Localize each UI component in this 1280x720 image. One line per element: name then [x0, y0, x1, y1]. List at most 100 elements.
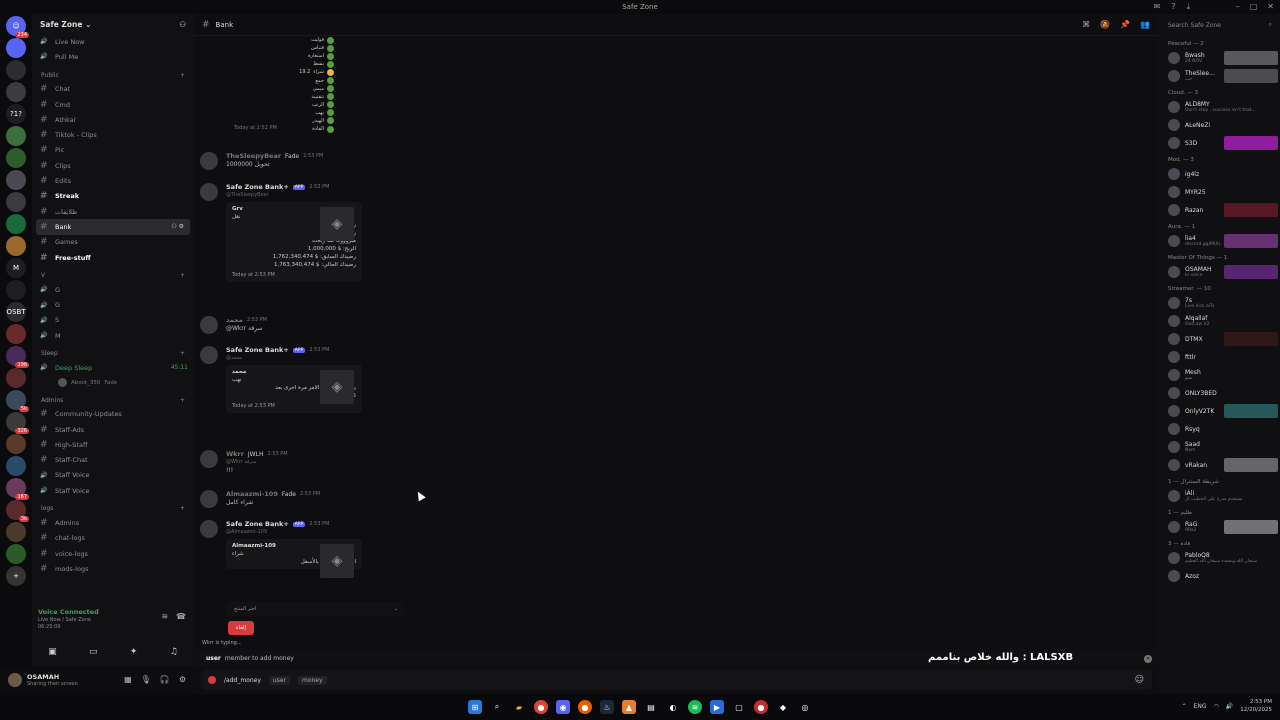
server-icon[interactable]	[6, 236, 26, 256]
soundboard-icon[interactable]: ♫	[170, 647, 178, 657]
channel-item[interactable]: 🔊 G	[32, 282, 194, 297]
app-icon[interactable]: ◎	[798, 700, 812, 714]
reply-reference[interactable]: @TheSleepyBear	[226, 192, 269, 198]
server-icon[interactable]	[6, 368, 26, 388]
download-icon[interactable]: ⤓	[1186, 2, 1190, 12]
channel-item[interactable]: # Admins	[32, 515, 194, 530]
cancel-button[interactable]: إلغاء	[228, 621, 254, 635]
avatar[interactable]	[200, 316, 218, 334]
member-item[interactable]: S3D	[1158, 134, 1280, 152]
add-friend-icon[interactable]: ⚇	[179, 20, 186, 29]
category-header[interactable]: Public +	[32, 69, 194, 82]
member-item[interactable]: iAli تستخدم مدرج على الخطيب ال	[1158, 487, 1280, 505]
author-name[interactable]: TheSleepyBear	[226, 152, 281, 160]
server-icon[interactable]	[6, 544, 26, 564]
server-icon[interactable]	[6, 38, 26, 58]
search-icon[interactable]: ⌕	[490, 700, 504, 714]
home-icon[interactable]: ☺ 234	[6, 16, 29, 38]
channel-item[interactable]: # Pic	[32, 143, 194, 158]
activities-icon[interactable]: ✦	[130, 647, 138, 657]
category-header[interactable]: logs +	[32, 502, 194, 515]
channel-item[interactable]: # Community-Updates	[32, 407, 194, 422]
app-icon[interactable]: ▲	[622, 700, 636, 714]
add-channel-icon[interactable]: +	[180, 72, 185, 79]
option-user[interactable]: user	[268, 675, 290, 685]
add-channel-icon[interactable]: +	[180, 505, 185, 512]
member-item[interactable]: PabloQ8 سبحان الله وبحمده سبحان الله العظ…	[1158, 549, 1280, 567]
inbox-icon[interactable]: ✉	[1154, 2, 1161, 12]
search-input[interactable]: Search Safe Zone ⌕	[1158, 14, 1280, 36]
member-item[interactable]: RaG 9Ra2	[1158, 518, 1280, 536]
chevron-up-icon[interactable]: ⌃	[1182, 703, 1187, 710]
avatar[interactable]	[200, 183, 218, 201]
member-item[interactable]: vRakan	[1158, 456, 1280, 474]
author-name[interactable]: Safe Zone Bank+	[226, 520, 289, 528]
avatar[interactable]	[8, 672, 22, 687]
member-item[interactable]: Bwash 24 NOV	[1158, 49, 1280, 67]
channel-item[interactable]: # Games	[32, 235, 194, 250]
server-icon[interactable]: OSBT	[6, 302, 26, 322]
channel-item[interactable]: # Edits	[32, 173, 194, 188]
channel-item[interactable]: 🔊 Pull Me	[32, 49, 194, 64]
server-icon[interactable]: 196	[6, 346, 29, 368]
category-header[interactable]: Sleep +	[32, 347, 194, 360]
channel-item[interactable]: 🔊 S	[32, 313, 194, 328]
server-icon[interactable]	[6, 126, 26, 146]
channel-item[interactable]: 🔊 Deep Sleep 45:11	[32, 360, 194, 375]
server-icon[interactable]	[6, 280, 26, 300]
category-header[interactable]: Admins +	[32, 394, 194, 407]
channel-settings-icon[interactable]: ⚇ ⚙	[171, 223, 184, 230]
server-icon[interactable]	[6, 148, 26, 168]
member-item[interactable]: ALeNeZi	[1158, 116, 1280, 134]
channel-item[interactable]: # Staff-Ads	[32, 422, 194, 437]
app-icon[interactable]: ◆	[776, 700, 790, 714]
channel-item[interactable]: # Bank ⚇ ⚙	[36, 219, 190, 235]
server-icon[interactable]: 167	[6, 478, 29, 500]
add-channel-icon[interactable]: +	[180, 350, 185, 357]
author-name[interactable]: Safe Zone Bank+	[226, 183, 289, 191]
headphones-icon[interactable]: 🎧	[160, 675, 170, 684]
channel-item[interactable]: # High-Staff	[32, 437, 194, 452]
maximize-icon[interactable]: □	[1250, 2, 1258, 11]
close-icon[interactable]: ✕	[1144, 655, 1152, 663]
reply-reference[interactable]: @Wkrr سرقة	[226, 459, 256, 465]
server-icon[interactable]: ?1?	[6, 104, 26, 124]
start-icon[interactable]: ⊞	[468, 700, 482, 714]
channel-item[interactable]: 🔊 Staff Voice	[32, 483, 194, 498]
avatar[interactable]	[200, 490, 218, 508]
pin-icon[interactable]: 📌	[1120, 20, 1130, 29]
channel-item[interactable]: # mods-logs	[32, 561, 194, 576]
stream-icon[interactable]: ▦	[124, 675, 132, 684]
server-icon[interactable]: 3k	[6, 500, 29, 522]
server-icon[interactable]	[6, 522, 26, 542]
member-item[interactable]: ONLY3BED	[1158, 384, 1280, 402]
channel-item[interactable]: # Chat	[32, 82, 194, 97]
emoji-icon[interactable]: ☺	[1135, 675, 1144, 685]
author-name[interactable]: Almaazmi-109	[226, 490, 278, 498]
wifi-icon[interactable]: ◠	[1214, 703, 1219, 710]
channel-item[interactable]: # Cmd	[32, 97, 194, 112]
member-item[interactable]: DTMX	[1158, 330, 1280, 348]
member-item[interactable]: OSAMAH In voice	[1158, 263, 1280, 281]
member-item[interactable]: fttlr	[1158, 348, 1280, 366]
member-item[interactable]: TheSlee... حب	[1158, 67, 1280, 85]
app-icon[interactable]: ▶	[710, 700, 724, 714]
option-money[interactable]: money	[297, 675, 327, 685]
minimize-icon[interactable]: –	[1236, 2, 1240, 11]
steam-icon[interactable]: ♨	[600, 700, 614, 714]
channel-item[interactable]: # Staff-Chat	[32, 453, 194, 468]
member-item[interactable]: MYR25	[1158, 183, 1280, 201]
server-icon[interactable]	[6, 434, 26, 454]
server-icon[interactable]	[6, 82, 26, 102]
app-icon[interactable]: ▢	[732, 700, 746, 714]
app-icon[interactable]: ●	[754, 700, 768, 714]
member-item[interactable]: Mesh شنو	[1158, 366, 1280, 384]
server-icon[interactable]: +	[6, 566, 26, 586]
author-name[interactable]: محمد	[226, 316, 243, 324]
settings-icon[interactable]: ⚙	[179, 675, 186, 684]
member-item[interactable]: ALD8MY Don't stop . success isn't that...	[1158, 98, 1280, 116]
add-channel-icon[interactable]: +	[180, 397, 185, 404]
help-icon[interactable]: ?	[1171, 2, 1175, 12]
author-name[interactable]: Wkrr	[226, 450, 244, 458]
server-icon[interactable]	[6, 456, 26, 476]
